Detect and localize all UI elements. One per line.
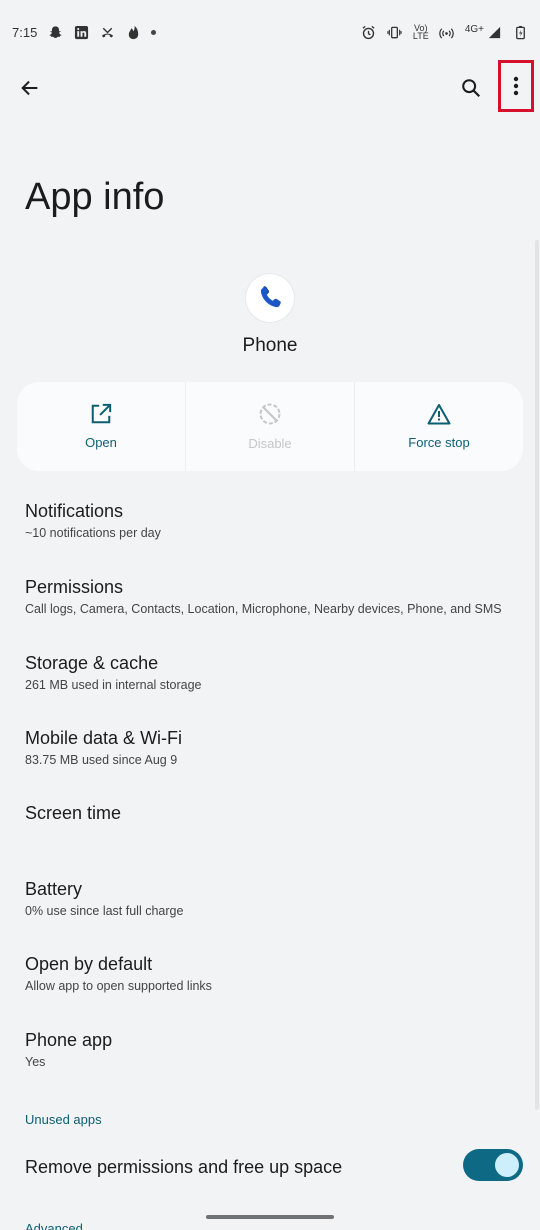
hotspot-icon	[439, 24, 455, 40]
setting-screen-time[interactable]: Screen time	[25, 802, 525, 824]
setting-subtitle: Call logs, Camera, Contacts, Location, M…	[25, 602, 502, 616]
setting-open-by-default[interactable]: Open by default Allow app to open suppor…	[25, 953, 525, 993]
force-stop-button[interactable]: Force stop	[355, 382, 523, 471]
tinder-icon	[125, 24, 141, 40]
setting-remove-permissions[interactable]: Remove permissions and free up space	[25, 1156, 525, 1178]
linkedin-icon	[73, 24, 89, 40]
force-stop-label: Force stop	[408, 435, 470, 450]
setting-title: Remove permissions and free up space	[25, 1157, 343, 1177]
setting-mobile-data-wifi[interactable]: Mobile data & Wi-Fi 83.75 MB used since …	[25, 727, 525, 767]
signal-icon	[486, 24, 502, 40]
setting-title: Battery	[25, 879, 83, 899]
setting-storage-cache[interactable]: Storage & cache 261 MB used in internal …	[25, 652, 525, 692]
disable-button[interactable]: Disable	[186, 382, 355, 471]
notification-dot-icon	[151, 29, 157, 35]
network-type-label: 4G+	[464, 23, 484, 35]
setting-subtitle: 0% use since last full charge	[25, 904, 184, 918]
more-options-button[interactable]	[498, 60, 534, 112]
phone-icon	[260, 286, 281, 308]
setting-title: Notifications	[25, 501, 124, 521]
status-bar: 7:15 Vo) LTE 4G+	[0, 0, 540, 64]
status-time: 7:15	[12, 24, 38, 40]
lte-label: LTE	[412, 31, 429, 41]
more-vert-icon	[513, 76, 519, 96]
back-button[interactable]	[14, 72, 46, 104]
snapchat-icon	[47, 24, 63, 40]
app-actions-card: Open Disable Force stop	[17, 382, 523, 471]
open-label: Open	[85, 435, 117, 450]
arrow-back-icon	[21, 80, 38, 96]
scrollbar[interactable]	[535, 240, 539, 1110]
setting-permissions[interactable]: Permissions Call logs, Camera, Contacts,…	[25, 576, 525, 616]
open-external-icon	[91, 403, 112, 424]
setting-subtitle: ~10 notifications per day	[25, 526, 161, 540]
app-icon	[246, 274, 294, 322]
setting-title: Mobile data & Wi-Fi	[25, 728, 183, 748]
warning-icon	[427, 404, 451, 425]
toggle-knob	[495, 1153, 519, 1177]
advanced-header: Advanced	[25, 1221, 83, 1230]
unused-apps-header: Unused apps	[25, 1112, 102, 1127]
setting-phone-app[interactable]: Phone app Yes	[25, 1029, 525, 1069]
disable-icon	[259, 403, 281, 425]
setting-title: Screen time	[25, 803, 122, 823]
setting-notifications[interactable]: Notifications ~10 notifications per day	[25, 500, 525, 540]
setting-subtitle: Allow app to open supported links	[25, 979, 212, 993]
setting-battery[interactable]: Battery 0% use since last full charge	[25, 878, 525, 918]
setting-title: Phone app	[25, 1030, 113, 1050]
battery-icon	[512, 24, 528, 40]
setting-title: Open by default	[25, 954, 153, 974]
open-button[interactable]: Open	[17, 382, 186, 471]
disable-label: Disable	[248, 436, 292, 451]
missed-call-icon	[99, 24, 115, 40]
vibrate-icon	[387, 24, 403, 40]
search-button[interactable]	[455, 72, 487, 104]
remove-permissions-toggle[interactable]	[463, 1149, 523, 1181]
search-icon	[462, 79, 481, 98]
setting-subtitle: 261 MB used in internal storage	[25, 678, 202, 692]
home-indicator[interactable]	[206, 1215, 334, 1219]
app-name: Phone	[242, 335, 298, 356]
page-title: App info	[25, 176, 165, 218]
alarm-icon	[361, 24, 377, 40]
top-app-bar	[0, 60, 540, 112]
setting-subtitle: 83.75 MB used since Aug 9	[25, 753, 178, 767]
setting-subtitle: Yes	[25, 1055, 46, 1069]
setting-title: Permissions	[25, 577, 124, 597]
volte-icon: Vo) LTE	[412, 24, 429, 41]
setting-title: Storage & cache	[25, 653, 159, 673]
